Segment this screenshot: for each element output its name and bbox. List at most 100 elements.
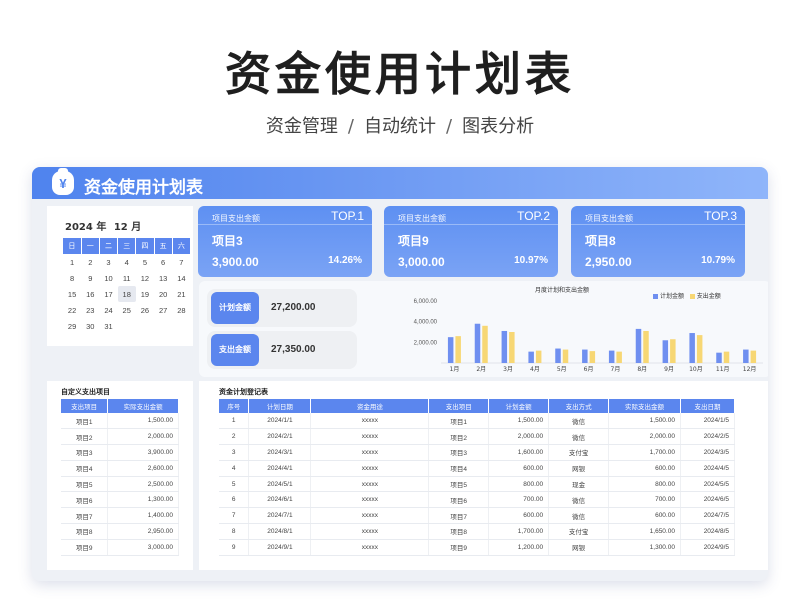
chart-bar-plan — [447, 337, 454, 363]
calendar-day[interactable]: 30 — [81, 318, 99, 334]
top-card-2: 项目支出金额 TOP.2 项目9 3,000.00 10.97% — [384, 206, 558, 277]
calendar-day[interactable]: 21 — [172, 286, 190, 302]
table-row: 8 2024/8/1 xxxxx 项目8 1,700.00 支付宝 1,650.00 2024… — [219, 523, 736, 540]
table-cell: 项目3 — [61, 444, 109, 461]
calendar-day[interactable]: 18 — [117, 286, 136, 302]
calendar-day[interactable]: 13 — [154, 270, 172, 286]
top-card-1: 项目支出金额 TOP.1 项目3 3,900.00 14.26% — [198, 206, 372, 277]
custom-items-panel: 自定义支出项目 支出项目 实际支出金额 项目1 1,500.00 项目2 2,000.00… — [47, 381, 193, 570]
table-cell: 项目6 — [61, 491, 109, 509]
table-header-cell: 支出日期 — [680, 399, 736, 413]
calendar-day[interactable]: 16 — [81, 286, 99, 302]
table-cell: 5 — [219, 476, 250, 493]
table-row: 2 2024/2/1 xxxxx 项目2 2,000.00 微信 2,000.00 2024/… — [219, 428, 736, 446]
table-cell: 1,500.00 — [488, 413, 550, 430]
table-row: 项目2 2,000.00 — [61, 428, 179, 446]
top-card-percent: 10.79% — [701, 255, 735, 266]
calendar-day[interactable]: 10 — [99, 270, 117, 286]
chart-bar-spend — [670, 339, 676, 363]
calendar-day[interactable]: 3 — [99, 254, 117, 270]
calendar-day[interactable]: 26 — [136, 302, 154, 318]
chart-x-tick-label: 3月 — [503, 366, 513, 373]
calendar-day[interactable]: 23 — [81, 302, 99, 318]
calendar-day[interactable]: 11 — [118, 270, 136, 286]
table-cell: 项目5 — [428, 476, 490, 493]
table-cell: 项目9 — [428, 539, 490, 556]
calendar-weekday-row: 日一二三四五六 — [63, 238, 192, 254]
top-card-3: 项目支出金额 TOP.3 项目8 2,950.00 10.79% — [571, 206, 745, 277]
calendar-week: 22 23 24 25 26 27 28 — [63, 302, 191, 318]
calendar-day — [118, 318, 136, 334]
custom-items-table: 支出项目 实际支出金额 项目1 1,500.00 项目2 2,000.00 项目3 3,900… — [61, 399, 179, 556]
calendar-day[interactable]: 24 — [99, 302, 117, 318]
calendar-day[interactable]: 17 — [99, 286, 117, 302]
top-card-amount: 2,950.00 — [585, 255, 632, 269]
calendar-weekday: 五 — [154, 238, 173, 254]
records-title: 资金计划登记表 — [219, 388, 268, 396]
chart-x-tick-label: 5月 — [557, 366, 567, 373]
plan-total-card: 计划金额 27,200.00 — [207, 289, 357, 327]
table-row: 1 2024/1/1 xxxxx 项目1 1,500.00 微信 1,500.00 2024/… — [219, 413, 736, 430]
calendar-day[interactable]: 7 — [172, 254, 190, 270]
calendar-day[interactable]: 19 — [136, 286, 154, 302]
calendar-day[interactable]: 29 — [63, 318, 81, 334]
table-cell: 2024/9/1 — [248, 539, 312, 556]
chart-bar-spend — [535, 350, 542, 363]
chart-x-tick-label: 2月 — [476, 366, 486, 373]
calendar-day[interactable]: 12 — [136, 270, 154, 286]
calendar-day[interactable]: 9 — [81, 270, 99, 286]
table-row: 6 2024/6/1 xxxxx 项目6 700.00 微信 700.00 2024/6/5 — [219, 491, 736, 509]
table-cell: 1,700.00 — [608, 444, 681, 461]
chart-x-tick-label: 1月 — [450, 366, 460, 373]
chart-y-tick-label: 4,000.00 — [414, 320, 438, 326]
calendar-day[interactable]: 2 — [81, 254, 99, 270]
chart-legend: 计划金额 支出金额 — [649, 291, 721, 300]
table-header-cell: 计划金额 — [488, 399, 550, 413]
chart-bar-plan — [582, 349, 588, 363]
table-row: 项目5 2,500.00 — [61, 476, 179, 493]
calendar-day[interactable]: 22 — [63, 302, 81, 318]
chart-bar-plan — [689, 333, 695, 363]
table-cell: 2024/3/5 — [680, 444, 736, 461]
calendar-day[interactable]: 6 — [154, 254, 172, 270]
table-cell: 项目7 — [428, 507, 490, 525]
calendar-day[interactable]: 20 — [154, 286, 172, 302]
table-cell: 2,500.00 — [107, 476, 179, 493]
table-header-cell: 实际支出金额 — [107, 399, 179, 413]
chart-bar-plan — [608, 350, 615, 363]
calendar-day[interactable]: 8 — [63, 270, 81, 286]
calendar-day[interactable]: 15 — [63, 286, 81, 302]
custom-items-title: 自定义支出项目 — [61, 388, 110, 396]
calendar-day[interactable]: 4 — [118, 254, 136, 270]
table-cell: 700.00 — [608, 491, 681, 509]
calendar-day[interactable]: 31 — [99, 318, 117, 334]
table-cell: xxxxx — [310, 539, 430, 556]
table-cell: 2024/3/1 — [248, 444, 312, 461]
calendar-weekday: 一 — [81, 238, 100, 254]
table-cell: 3 — [219, 444, 250, 461]
calendar-day[interactable]: 25 — [118, 302, 136, 318]
table-cell: 项目7 — [61, 507, 109, 525]
subtitle-separator: / — [347, 116, 354, 137]
table-cell: xxxxx — [310, 491, 430, 509]
table-cell: 项目1 — [61, 413, 109, 430]
subtitle-item: 资金管理 — [265, 116, 338, 137]
table-cell: 项目8 — [428, 523, 490, 540]
table-cell: 微信 — [548, 507, 610, 525]
calendar-day[interactable]: 5 — [136, 254, 154, 270]
table-cell: 800.00 — [608, 476, 681, 493]
calendar-day[interactable]: 28 — [172, 302, 190, 318]
legend-swatch-spend — [689, 293, 695, 299]
calendar-weekday: 三 — [117, 238, 137, 254]
calendar-day[interactable]: 27 — [154, 302, 172, 318]
calendar-panel: 2024 年 12 月 日一二三四五六 1 2 3 4 5 6 7 8 9 10 11 12 13 14 15… — [47, 206, 193, 346]
legend-swatch-plan — [653, 293, 658, 299]
table-cell: 6 — [219, 491, 250, 509]
chart-bar-spend — [723, 351, 730, 363]
calendar-day[interactable]: 14 — [172, 270, 190, 286]
table-row: 3 2024/3/1 xxxxx 项目3 1,600.00 支付宝 1,700.00 2024… — [219, 444, 736, 461]
calendar-weekday: 四 — [135, 238, 155, 254]
table-header-row: 支出项目 实际支出金额 — [61, 399, 179, 413]
calendar-day[interactable]: 1 — [63, 254, 81, 270]
calendar-month-label: 月 — [131, 222, 142, 233]
